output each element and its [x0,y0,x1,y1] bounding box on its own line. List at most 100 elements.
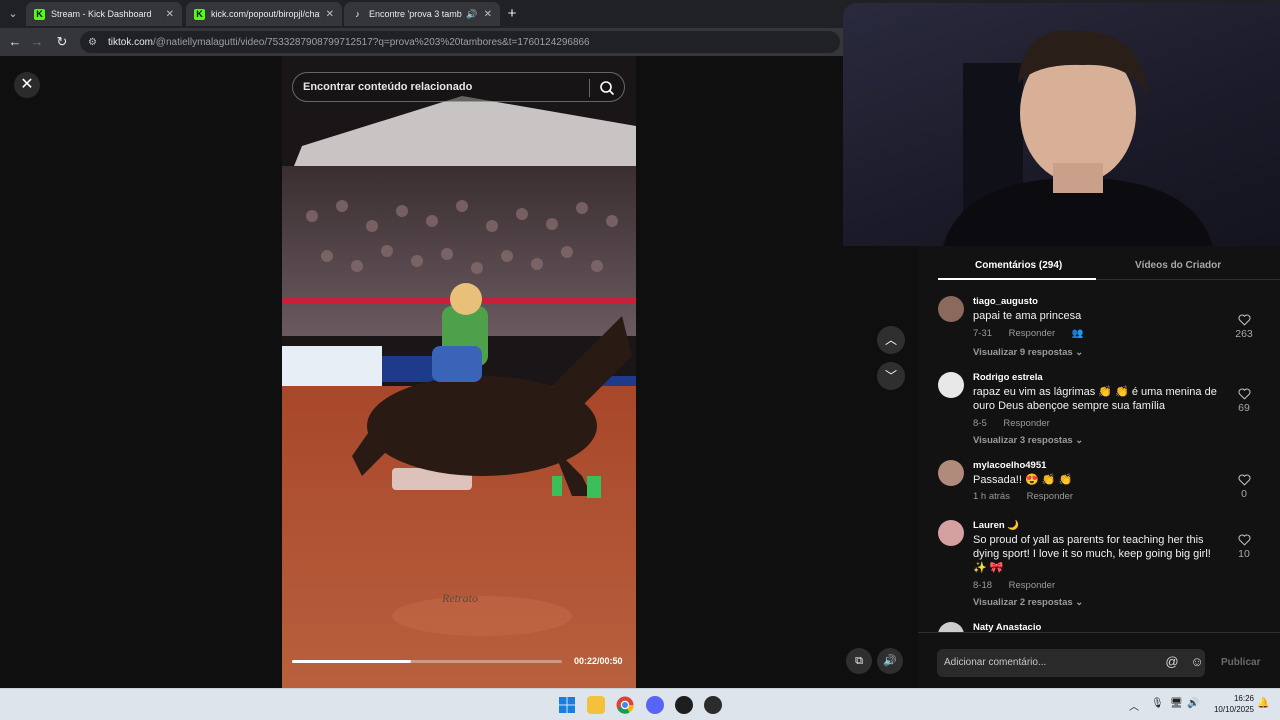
reload-icon[interactable]: ↻ [53,33,71,51]
heart-icon [1238,534,1250,546]
view-replies-button[interactable]: Visualizar 3 respostas ⌄ [973,435,1083,446]
reply-button[interactable]: Responder [1027,491,1073,502]
browser-tab-tiktok[interactable]: ♪ Encontre 'prova 3 tambores 🔊 ✕ [344,2,500,26]
search-icon[interactable] [599,80,615,96]
reply-button[interactable]: Responder [1009,328,1055,339]
tray-chevron-icon[interactable]: ︿ [1129,698,1139,713]
clock-date: 10/10/2025 [1213,705,1254,714]
publish-button[interactable]: Publicar [1221,657,1260,668]
previous-video-button[interactable]: ︿ [877,326,905,354]
streamer-webcam [843,3,1280,246]
comment-username[interactable]: Rodrigo estrela [973,372,1043,383]
comment-date: 7-31 [973,328,993,339]
file-explorer-icon[interactable] [587,696,605,714]
url-path: /@natiellymalagutti/video/75332879087997… [153,36,590,48]
comment-item: mylacoelho4951 Passada!! 😍 👏 👏 1 h atrás… [938,460,1268,510]
panel-tabs: Comentários (294) Vídeos do Criador [938,246,1280,280]
related-search-input[interactable]: Encontrar conteúdo relacionado [292,72,625,102]
view-replies-label: Visualizar 2 respostas [973,597,1073,608]
volume-tray-icon[interactable]: 🔊 [1187,698,1199,709]
comment-username[interactable]: tiago_augusto [973,296,1038,307]
back-arrow-icon[interactable]: ← [6,33,24,51]
avatar[interactable] [938,296,964,322]
avatar[interactable] [938,372,964,398]
chevron-down-icon: ⌄ [1075,597,1084,608]
creator-liked-icon: 👥 [1071,328,1084,339]
avatar[interactable] [938,520,964,546]
comment-list: tiago_augusto papai te ama princesa 7-31… [918,292,1280,632]
system-clock[interactable]: 16:26 10/10/2025 [1206,693,1254,715]
heart-icon [1238,314,1250,326]
like-button[interactable]: 69 [1224,388,1264,414]
comment-item: Rodrigo estrela rapaz eu vim as lágrimas… [938,372,1268,452]
comment-text: So proud of yall as parents for teaching… [973,534,1211,574]
avatar[interactable] [938,460,964,486]
browser-tab-kick-chat[interactable]: K kick.com/popout/biropjl/chat ✕ [186,2,342,26]
comment-date: 8-18 [973,580,993,591]
comment-date: 8-5 [973,418,987,429]
tab-creator-videos[interactable]: Vídeos do Criador [1135,260,1221,271]
view-replies-label: Visualizar 3 respostas [973,435,1073,446]
notification-bell-icon[interactable]: 🔔 [1257,698,1269,709]
microphone-icon[interactable]: 🎙 [1151,698,1164,709]
close-video-button[interactable]: ✕ [14,72,40,98]
chevron-down-icon: ⌄ [1075,435,1084,446]
kick-logo-icon: K [194,8,205,20]
network-icon[interactable]: 🖥 [1170,698,1183,709]
floating-player-icon[interactable]: ⧉ [846,648,872,674]
video-frame: Retrato [282,56,636,688]
obs-icon[interactable] [704,696,722,714]
tab-close-icon[interactable]: ✕ [166,9,174,20]
mention-icon[interactable]: @ [1164,654,1180,670]
comment-username[interactable]: Naty Anastacio [973,622,1041,632]
site-info-icon[interactable]: ⚙ [88,37,102,48]
tab-close-icon[interactable]: ✕ [484,9,492,20]
comment-text: Passada!! 😍 👏 👏 [973,474,1073,486]
comments-panel: Comentários (294) Vídeos do Criador tiag… [918,246,1280,688]
like-button[interactable]: 0 [1224,474,1264,500]
reply-button[interactable]: Responder [1003,418,1049,429]
view-replies-button[interactable]: Visualizar 9 respostas ⌄ [973,347,1083,358]
chevron-down-icon: ⌄ [1075,347,1084,358]
speaker-icon[interactable]: 🔊 [466,9,477,20]
video-player[interactable]: Retrato [282,56,636,688]
comment-item: Naty Anastacio [938,622,1268,632]
comment-username[interactable]: Lauren 🌙 [973,520,1019,531]
tab-close-icon[interactable]: ✕ [326,9,334,20]
next-video-button[interactable]: ﹀ [877,362,905,390]
forward-arrow-icon[interactable]: → [28,33,46,51]
like-count: 263 [1235,328,1253,340]
webcam-person-image [943,30,1213,246]
kick-logo-icon: K [34,8,45,20]
like-count: 10 [1238,548,1250,560]
chrome-icon[interactable] [616,696,634,714]
comment-date: 1 h atrás [973,491,1010,502]
windows-taskbar: ︿ 🎙 🖥 🔊 16:26 10/10/2025 🔔 [0,688,1280,720]
tab-label: kick.com/popout/biropjl/chat [211,9,320,19]
like-button[interactable]: 10 [1224,534,1264,560]
discord-icon[interactable] [646,696,664,714]
volume-icon[interactable]: 🔊 [877,648,903,674]
comment-text: rapaz eu vim as lágrimas 👏 👏 é uma menin… [973,386,1217,412]
browser-tab-kick-dashboard[interactable]: K Stream - Kick Dashboard ✕ [26,2,182,26]
like-button[interactable]: 263 [1224,314,1264,340]
new-tab-button[interactable]: + [503,5,521,23]
view-replies-button[interactable]: Visualizar 2 respostas ⌄ [973,597,1083,608]
view-replies-label: Visualizar 9 respostas [973,347,1073,358]
reply-button[interactable]: Responder [1009,580,1055,591]
address-bar[interactable]: ⚙ tiktok.com /@natiellymalagutti/video/7… [80,31,840,53]
windows-start-icon[interactable] [558,696,576,714]
video-progress-bar[interactable] [292,660,562,663]
comment-username[interactable]: mylacoelho4951 [973,460,1046,471]
active-tab-underline [938,278,1096,280]
video-time: 00:22/00:50 [574,656,623,666]
comment-meta: 8-18 Responder [973,580,1069,591]
audio-app-icon[interactable] [675,696,693,714]
search-divider [589,79,590,97]
tab-search-dropdown-icon[interactable]: ⌄ [4,5,22,23]
avatar[interactable] [938,622,964,632]
tab-comments[interactable]: Comentários (294) [975,260,1062,271]
emoji-icon[interactable]: ☺ [1189,654,1205,670]
video-progress-fill [292,660,411,663]
tiktok-logo-icon: ♪ [355,8,360,19]
